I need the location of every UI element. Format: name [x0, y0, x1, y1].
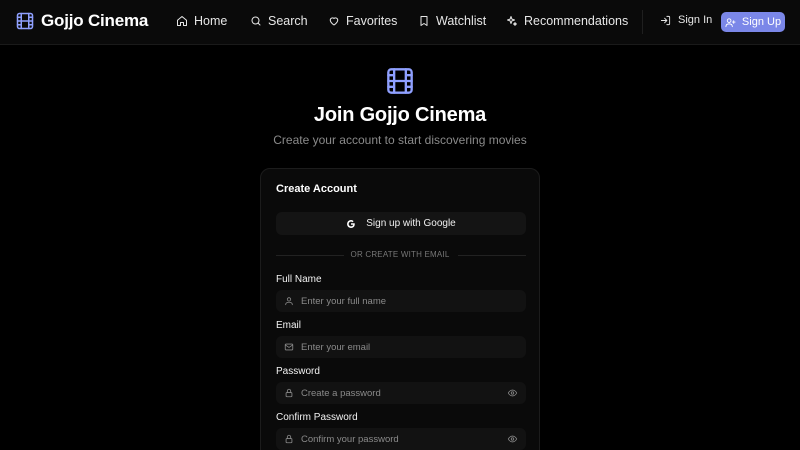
user-icon	[285, 297, 293, 306]
google-signup-label: Sign up with Google	[366, 218, 456, 229]
show-confirm-password-icon[interactable]	[507, 434, 518, 444]
mail-icon	[284, 343, 294, 351]
sign-up-label: Sign Up	[741, 16, 782, 28]
password-label: Password	[276, 366, 320, 377]
page-subtitle: Create your account to start discovering…	[273, 133, 527, 147]
create-account-card: Create Account Sign up with Google OR CR…	[260, 168, 540, 450]
sparkles-icon	[507, 16, 517, 26]
brand-title: Gojjo Cinema	[41, 11, 149, 30]
nav-link-recommendations-label: Recommendations	[524, 14, 629, 28]
password-field-wrapper	[276, 382, 526, 404]
show-password-icon[interactable]	[507, 388, 518, 398]
nav-divider	[642, 10, 643, 34]
confirm-password-label: Confirm Password	[276, 412, 358, 423]
nav-link-search-label: Search	[268, 14, 308, 28]
google-icon	[347, 219, 355, 228]
full-name-field-wrapper	[276, 290, 526, 312]
divider-line-right	[458, 255, 526, 256]
google-signup-button[interactable]: Sign up with Google	[276, 212, 526, 235]
film-icon	[387, 68, 413, 94]
bookmark-icon	[420, 16, 428, 26]
nav-link-recommendations[interactable]: Recommendations	[506, 14, 628, 28]
nav-link-favorites-label: Favorites	[346, 14, 398, 28]
search-icon	[251, 16, 261, 26]
email-input[interactable]	[301, 336, 501, 358]
sign-up-button[interactable]: Sign Up	[721, 12, 785, 32]
email-label: Email	[276, 320, 302, 331]
brand-logo-link[interactable]: Gojjo Cinema	[16, 11, 148, 31]
lock-icon	[285, 434, 293, 444]
home-icon	[177, 16, 187, 26]
nav-link-favorites[interactable]: Favorites	[328, 14, 397, 28]
log-in-icon	[660, 15, 671, 25]
email-field-wrapper	[276, 336, 526, 358]
page-title: Join Gojjo Cinema	[313, 104, 487, 126]
full-name-label: Full Name	[276, 274, 322, 285]
nav-link-search[interactable]: Search	[250, 14, 308, 28]
confirm-password-input[interactable]	[301, 428, 501, 450]
card-title: Create Account	[276, 183, 357, 195]
film-icon	[16, 12, 34, 30]
heart-icon	[329, 17, 339, 26]
full-name-input[interactable]	[301, 290, 501, 312]
sign-in-button[interactable]: Sign In	[660, 14, 712, 26]
lock-icon	[285, 388, 293, 398]
user-plus-icon	[725, 17, 736, 27]
nav-link-watchlist[interactable]: Watchlist	[418, 14, 486, 28]
nav-link-watchlist-label: Watchlist	[436, 14, 487, 28]
password-input[interactable]	[301, 382, 501, 404]
sign-in-label: Sign In	[678, 14, 713, 26]
nav-link-home[interactable]: Home	[176, 14, 227, 28]
top-navbar: Gojjo Cinema Home Search Favorites Watch…	[0, 0, 800, 45]
nav-link-home-label: Home	[194, 14, 228, 28]
confirm-password-field-wrapper	[276, 428, 526, 450]
